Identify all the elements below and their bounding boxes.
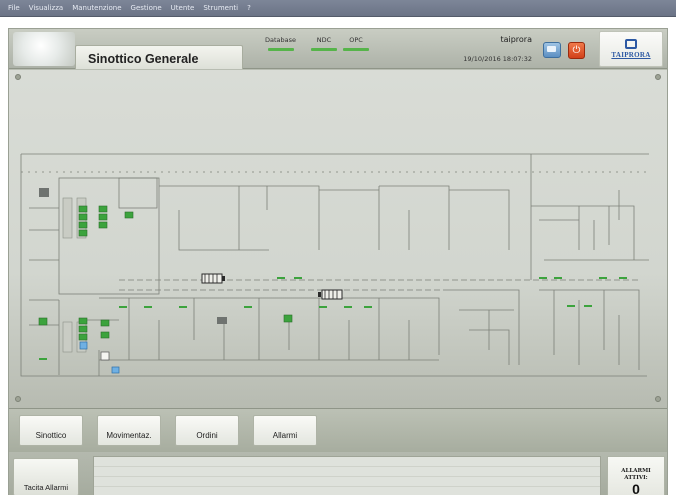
station-indicator[interactable] [100,331,110,339]
page-title: Sinottico Generale [88,52,199,66]
equipment-block [39,188,49,197]
door-indicator [599,277,607,279]
door-indicator [277,277,285,279]
message-icon[interactable] [543,42,561,58]
status-opc: OPC [343,36,369,51]
station-indicator[interactable] [38,317,48,326]
station-blue-indicator[interactable] [111,366,120,374]
station-indicator[interactable] [98,213,108,221]
rack [62,197,73,239]
station-indicator[interactable] [78,333,88,341]
active-alarms-panel: ALLARMI ATTIVI: 0 [607,456,665,495]
station-indicator[interactable] [124,211,134,219]
status-ndc: NDC [311,36,337,51]
station-indicator[interactable] [78,205,88,213]
menu-gestione[interactable]: Gestione [131,4,162,12]
door-indicator [179,306,187,308]
status-opc-bar [343,48,369,51]
door-indicator [567,305,575,307]
plan-room [58,177,160,295]
station-indicator[interactable] [78,229,88,237]
active-alarms-label: ALLARMI ATTIVI: [621,468,651,481]
menu-bar: File Visualizza Manutenzione Gestione Ut… [0,0,676,17]
brand-logo: TAIPRORA [599,31,663,67]
door-indicator [244,306,252,308]
alarm-footer: Tacita Allarmi ALLARMI ATTIVI: 0 [9,452,667,495]
status-database-bar [267,48,294,51]
brand-mark-icon [625,39,637,49]
plan-room-block [449,289,520,365]
synoptic-map[interactable] [9,70,667,408]
alarm-row [94,477,600,487]
corner-screw-icon [15,396,21,402]
alarm-row [94,467,600,477]
status-opc-label: OPC [349,36,363,44]
status-ndc-bar [311,48,337,51]
header: Sinottico Generale Database NDC OPC taip… [9,29,667,69]
door-indicator [319,306,327,308]
door-indicator [119,306,127,308]
alarm-row [94,457,600,467]
active-alarms-count: 0 [632,481,640,495]
menu-file[interactable]: File [8,4,20,12]
brand-name: TAIPRORA [611,51,651,59]
menu-utente[interactable]: Utente [171,4,195,12]
station-indicator[interactable] [78,213,88,221]
nav-movimentazione-button[interactable]: Movimentaz. [97,415,161,446]
current-user: taiprora [500,35,532,44]
station-indicator[interactable] [98,221,108,229]
nav-allarmi-button[interactable]: Allarmi [253,415,317,446]
corner-screw-icon [655,396,661,402]
alarm-list[interactable] [93,456,601,495]
station-indicator[interactable] [100,319,110,327]
door-indicator [144,306,152,308]
door-indicator [619,277,627,279]
power-icon[interactable]: ⏻ [568,42,585,59]
nav-ordini-button[interactable]: Ordini [175,415,239,446]
agv-vehicle-icon[interactable] [318,289,343,300]
equipment-block [217,317,227,324]
station-indicator[interactable] [78,317,88,325]
plan-corridor [119,279,639,291]
door-indicator [584,305,592,307]
current-datetime: 19/10/2016 18:07:32 [463,55,532,63]
corner-screw-icon [655,74,661,80]
floor-plan [20,153,649,377]
station-indicator[interactable] [98,205,108,213]
company-logo [13,32,75,66]
menu-strumenti[interactable]: Strumenti [203,4,238,12]
menu-manutenzione[interactable]: Manutenzione [72,4,121,12]
status-database: Database [265,36,296,51]
station-blue-indicator[interactable] [79,341,88,350]
plan-room-block-right [539,289,640,370]
silence-alarms-button[interactable]: Tacita Allarmi [13,458,79,495]
plan-room-row-upper [379,185,510,250]
plan-outer-wall [20,153,649,377]
station-indicator[interactable] [283,314,293,323]
menu-visualizza[interactable]: Visualizza [29,4,63,12]
plan-right-wing [530,154,649,280]
door-indicator [39,358,47,360]
door-indicator [294,277,302,279]
rack [62,321,73,353]
plan-left-wall [29,207,59,326]
app-frame: Sinottico Generale Database NDC OPC taip… [8,28,668,495]
station-indicator[interactable] [78,221,88,229]
status-database-label: Database [265,36,297,44]
station-unknown-indicator[interactable] [100,351,110,361]
status-ndc-label: NDC [316,36,332,44]
nav-bar: Sinottico Movimentaz. Ordini Allarmi [9,408,667,452]
page-title-tab: Sinottico Generale [75,45,243,69]
agv-vehicle-icon[interactable] [201,273,225,284]
door-indicator [554,277,562,279]
menu-help[interactable]: ? [247,4,251,12]
nav-sinottico-button[interactable]: Sinottico [19,415,83,446]
door-indicator [539,277,547,279]
station-indicator[interactable] [78,325,88,333]
door-indicator [364,306,372,308]
plan-room [118,177,158,209]
corner-screw-icon [15,74,21,80]
door-indicator [344,306,352,308]
